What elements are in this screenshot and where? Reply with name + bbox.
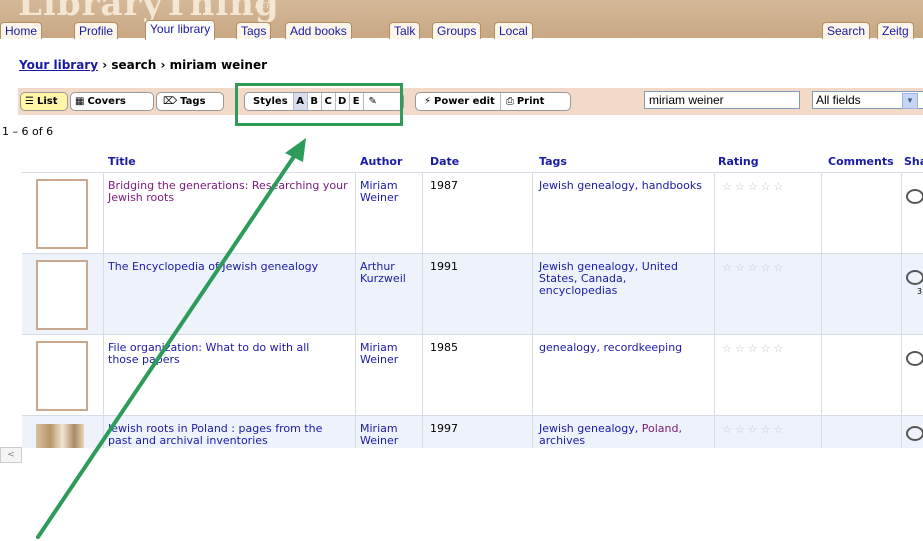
book-tags: Jewish genealogy, United States, Canada,…: [539, 261, 704, 297]
column-comments[interactable]: Comments: [828, 155, 894, 168]
column-share[interactable]: Sha: [904, 155, 923, 168]
printer-icon: ⎙: [505, 96, 514, 107]
share-bubble-icon[interactable]: [906, 426, 923, 441]
book-author-link[interactable]: Miriam Weiner: [360, 180, 420, 204]
tab-home[interactable]: Home: [0, 22, 43, 39]
tag-link[interactable]: recordkeeping: [604, 341, 683, 354]
column-title[interactable]: Title: [108, 155, 136, 168]
book-cover[interactable]: [36, 341, 88, 411]
grid-icon: ▦: [75, 96, 85, 107]
book-date: 1985: [430, 341, 458, 354]
tab-tags[interactable]: Tags: [236, 22, 272, 39]
rating-stars[interactable]: ☆☆☆☆☆: [722, 261, 786, 274]
book-title-link[interactable]: Jewish roots in Poland : pages from the …: [108, 423, 348, 447]
library-toolbar: ☰ List ▦ Covers ⌦ Tags Styles A B C D E ✎ ⚡ Power …: [18, 88, 923, 115]
rating-stars[interactable]: ☆☆☆☆☆: [722, 423, 786, 436]
book-title-link[interactable]: Bridging the generations: Researching yo…: [108, 180, 348, 204]
chevron-down-icon[interactable]: ▼: [902, 93, 918, 109]
edit-print-group: ⚡ Power edit ⎙ Print: [415, 92, 571, 111]
table-row: Jewish roots in Poland : pages from the …: [22, 415, 923, 448]
tab-zeitgeist[interactable]: Zeitg: [877, 22, 914, 39]
breadcrumb-current: miriam weiner: [169, 58, 268, 72]
site-header: LibraryThing BETA Home Profile Your libr…: [0, 0, 923, 40]
power-edit-button[interactable]: ⚡ Power edit: [416, 93, 501, 110]
breadcrumb-search: search: [111, 58, 157, 72]
list-icon: ☰: [25, 96, 34, 107]
tag-link[interactable]: archives: [539, 434, 585, 447]
print-button[interactable]: ⎙ Print: [501, 93, 550, 110]
power-edit-label: Power edit: [434, 96, 495, 107]
covers-view-button[interactable]: ▦ Covers: [70, 92, 154, 111]
tag-link[interactable]: encyclopedias: [539, 284, 617, 297]
book-cover[interactable]: [36, 179, 88, 249]
rating-stars[interactable]: ☆☆☆☆☆: [722, 180, 786, 193]
breadcrumb-your-library-link[interactable]: Your library: [19, 58, 98, 72]
covers-view-label: Covers: [87, 96, 126, 107]
styles-highlight-box: [235, 83, 403, 126]
table-row: Bridging the generations: Researching yo…: [22, 172, 923, 254]
scroll-left-button[interactable]: <: [0, 447, 22, 463]
book-date: 1997: [430, 422, 458, 435]
beta-badge: BETA: [255, 1, 276, 10]
tab-groups[interactable]: Groups: [432, 22, 482, 39]
tab-search[interactable]: Search: [822, 22, 871, 39]
list-view-label: List: [36, 96, 58, 107]
book-cover[interactable]: [36, 260, 88, 330]
book-author-link[interactable]: Miriam Weiner: [360, 342, 420, 366]
lightning-icon: ⚡: [424, 96, 432, 107]
print-label: Print: [516, 96, 545, 107]
tab-profile[interactable]: Profile: [74, 22, 119, 39]
table-row: File organization: What to do with all t…: [22, 334, 923, 416]
share-bubble-icon[interactable]: [906, 351, 923, 366]
share-count: 3: [917, 287, 923, 296]
tag-link[interactable]: handbooks: [642, 179, 702, 192]
book-tags: Jewish genealogy, handbooks: [539, 180, 719, 192]
table-row: The Encyclopedia of Jewish genealogy Art…: [22, 253, 923, 335]
column-author[interactable]: Author: [360, 155, 402, 168]
field-select-value: All fields: [816, 93, 861, 107]
tab-local[interactable]: Local: [494, 22, 533, 39]
tags-view-button[interactable]: ⌦ Tags: [156, 92, 224, 111]
column-rating[interactable]: Rating: [718, 155, 759, 168]
field-select[interactable]: All fields ▼: [812, 91, 923, 109]
table-header: Title Author Date Tags Rating Comments S…: [0, 154, 923, 171]
book-cover[interactable]: [36, 424, 84, 448]
breadcrumb-separator: ›: [160, 58, 166, 72]
book-title-link[interactable]: The Encyclopedia of Jewish genealogy: [108, 261, 348, 273]
column-date[interactable]: Date: [430, 155, 459, 168]
breadcrumb: Your library › search › miriam weiner: [19, 58, 267, 72]
share-bubble-icon[interactable]: [906, 189, 923, 204]
book-date: 1991: [430, 260, 458, 273]
share-bubble-icon[interactable]: [906, 270, 923, 285]
breadcrumb-separator: ›: [102, 58, 108, 72]
tag-icon: ⌦: [163, 96, 178, 107]
search-input[interactable]: [644, 91, 800, 109]
book-date: 1987: [430, 179, 458, 192]
book-author-link[interactable]: Arthur Kurzweil: [360, 261, 420, 285]
result-range: 1 – 6 of 6: [2, 125, 54, 138]
tag-link[interactable]: Poland,: [642, 422, 682, 435]
tags-view-label: Tags: [180, 96, 206, 107]
list-view-button[interactable]: ☰ List: [20, 92, 68, 111]
book-author-link[interactable]: Miriam Weiner: [360, 423, 420, 447]
book-title-link[interactable]: File organization: What to do with all t…: [108, 342, 343, 366]
tag-link[interactable]: Jewish genealogy,: [539, 179, 638, 192]
tab-add-books[interactable]: Add books: [285, 22, 352, 39]
tab-your-library[interactable]: Your library: [145, 20, 216, 40]
column-tags[interactable]: Tags: [539, 155, 567, 168]
book-tags: Jewish genealogy, Poland, archives: [539, 423, 704, 447]
book-tags: genealogy, recordkeeping: [539, 342, 719, 354]
tag-link[interactable]: genealogy,: [539, 341, 600, 354]
tab-talk[interactable]: Talk: [389, 22, 421, 39]
rating-stars[interactable]: ☆☆☆☆☆: [722, 342, 786, 355]
